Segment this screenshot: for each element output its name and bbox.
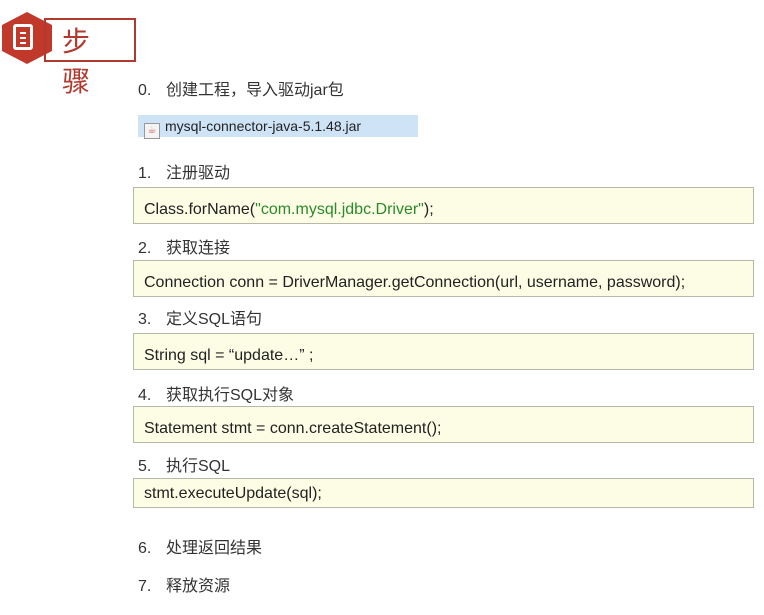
jar-file-name: mysql-connector-java-5.1.48.jar <box>165 118 362 134</box>
java-file-icon: ☕ <box>144 123 160 139</box>
step-4: 4. 获取执行SQL对象 <box>138 381 294 405</box>
code-get-connection: Connection conn = DriverManager.getConne… <box>133 260 754 297</box>
step-number: 0. <box>138 82 152 99</box>
step-number: 2. <box>138 240 152 257</box>
step-label: 释放资源 <box>166 578 231 595</box>
step-number: 3. <box>138 311 152 328</box>
code-register-driver: Class.forName("com.mysql.jdbc.Driver"); <box>133 187 754 224</box>
code-text: Connection conn = DriverManager.getConne… <box>144 274 686 291</box>
step-label: 注册驱动 <box>166 165 231 182</box>
step-number: 6. <box>138 540 152 557</box>
step-label: 执行SQL <box>166 458 231 475</box>
document-icon <box>13 24 33 50</box>
jar-file-item[interactable]: ☕ mysql-connector-java-5.1.48.jar <box>138 115 418 139</box>
step-number: 5. <box>138 458 152 475</box>
code-text: Class.forName( <box>144 201 256 218</box>
step-label: 获取连接 <box>166 240 231 257</box>
code-text: Statement stmt = conn.createStatement(); <box>144 420 442 437</box>
step-label: 创建工程，导入驱动jar包 <box>166 82 344 99</box>
code-string: "com.mysql.jdbc.Driver" <box>255 201 424 218</box>
step-7: 7. 释放资源 <box>138 572 230 596</box>
code-text: stmt.executeUpdate(sql); <box>144 485 322 502</box>
code-text: String sql = “update…” ; <box>144 347 314 364</box>
step-3: 3. 定义SQL语句 <box>138 305 262 329</box>
step-6: 6. 处理返回结果 <box>138 534 262 558</box>
step-number: 4. <box>138 387 152 404</box>
step-label: 获取执行SQL对象 <box>166 387 295 404</box>
code-text: ); <box>423 201 434 218</box>
step-label: 处理返回结果 <box>166 540 263 557</box>
page-title: 步骤 <box>62 26 91 97</box>
step-1: 1. 注册驱动 <box>138 159 230 183</box>
code-execute-sql: stmt.executeUpdate(sql); <box>133 478 754 508</box>
step-label: 定义SQL语句 <box>166 311 263 328</box>
step-number: 1. <box>138 165 152 182</box>
code-create-statement: Statement stmt = conn.createStatement(); <box>133 406 754 443</box>
step-2: 2. 获取连接 <box>138 234 230 258</box>
step-number: 7. <box>138 578 152 595</box>
step-5: 5. 执行SQL <box>138 452 230 476</box>
code-define-sql: String sql = “update…” ; <box>133 333 754 370</box>
step-0: 0. 创建工程，导入驱动jar包 <box>138 76 344 100</box>
